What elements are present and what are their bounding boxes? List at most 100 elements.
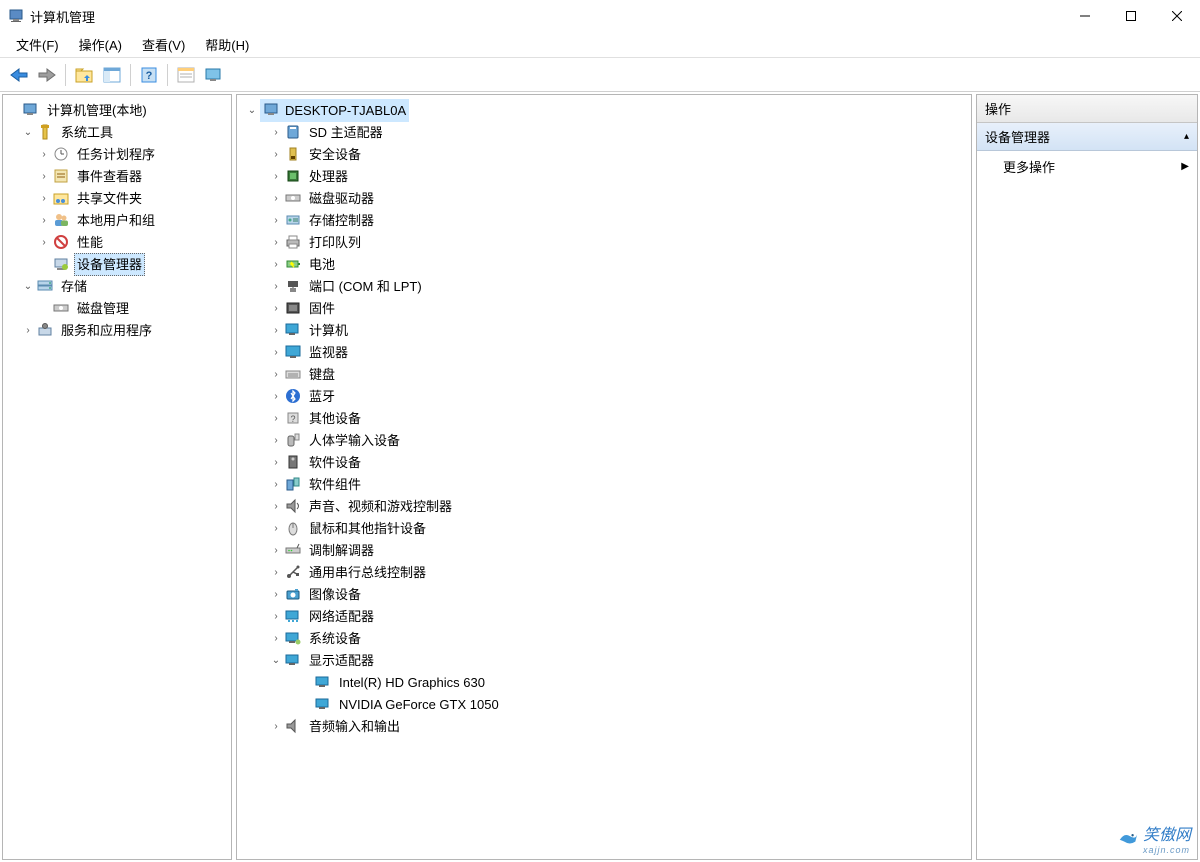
menu-view[interactable]: 查看(V)	[132, 32, 195, 57]
expand-icon[interactable]: ›	[269, 213, 283, 227]
device-category[interactable]: ›网络适配器	[239, 605, 969, 627]
expand-icon[interactable]: ›	[269, 433, 283, 447]
show-hide-tree-button[interactable]	[99, 62, 125, 88]
device-category[interactable]: ›通用串行总线控制器	[239, 561, 969, 583]
devices-view-button[interactable]	[201, 62, 227, 88]
expand-icon[interactable]: ›	[269, 257, 283, 271]
tree-system-tools[interactable]: ⌄ 系统工具	[5, 121, 229, 143]
expand-icon[interactable]: ›	[269, 631, 283, 645]
device-category[interactable]: ›人体学输入设备	[239, 429, 969, 451]
device-category[interactable]: ›SD 主适配器	[239, 121, 969, 143]
expand-icon[interactable]: ›	[21, 323, 35, 337]
expand-icon[interactable]: ›	[37, 169, 51, 183]
expand-icon[interactable]: ›	[269, 565, 283, 579]
collapse-icon[interactable]: ⌄	[21, 125, 35, 139]
collapse-icon[interactable]: ⌄	[269, 653, 283, 667]
expand-icon[interactable]	[7, 103, 21, 117]
expand-icon[interactable]: ›	[269, 301, 283, 315]
expand-icon[interactable]: ›	[269, 543, 283, 557]
actions-section-device-manager[interactable]: 设备管理器 ▴	[977, 123, 1197, 151]
expand-icon[interactable]: ›	[269, 719, 283, 733]
device-category[interactable]: ›监视器	[239, 341, 969, 363]
tree-event-viewer[interactable]: › 事件查看器	[5, 165, 229, 187]
close-button[interactable]	[1154, 0, 1200, 32]
expand-icon[interactable]: ›	[269, 609, 283, 623]
device-category[interactable]: ›软件组件	[239, 473, 969, 495]
expand-icon[interactable]	[37, 301, 51, 315]
expand-icon[interactable]: ›	[37, 147, 51, 161]
collapse-icon[interactable]: ⌄	[245, 103, 259, 117]
device-category[interactable]: ›软件设备	[239, 451, 969, 473]
actions-more-actions[interactable]: 更多操作 ▶	[977, 151, 1197, 182]
device-category[interactable]: ›固件	[239, 297, 969, 319]
device-category[interactable]: ›?其他设备	[239, 407, 969, 429]
expand-icon[interactable]: ›	[37, 213, 51, 227]
device-category[interactable]: ›计算机	[239, 319, 969, 341]
device-category[interactable]: ›鼠标和其他指针设备	[239, 517, 969, 539]
device-category[interactable]: ›电池	[239, 253, 969, 275]
device-category[interactable]: ›存储控制器	[239, 209, 969, 231]
device-item[interactable]: NVIDIA GeForce GTX 1050	[239, 693, 969, 715]
device-category[interactable]: ›处理器	[239, 165, 969, 187]
tree-storage[interactable]: ⌄ 存储	[5, 275, 229, 297]
expand-icon[interactable]: ›	[37, 191, 51, 205]
device-category[interactable]: ›磁盘驱动器	[239, 187, 969, 209]
device-tree[interactable]: ⌄ DESKTOP-TJABL0A ›SD 主适配器 › 安全设备›处理器›磁盘驱动…	[237, 95, 971, 741]
device-item[interactable]: Intel(R) HD Graphics 630	[239, 671, 969, 693]
tree-disk-management[interactable]: 磁盘管理	[5, 297, 229, 319]
expand-icon[interactable]: ›	[269, 235, 283, 249]
expand-icon[interactable]: ›	[269, 147, 283, 161]
up-level-button[interactable]	[71, 62, 97, 88]
device-tree-pane[interactable]: ⌄ DESKTOP-TJABL0A ›SD 主适配器 › 安全设备›处理器›磁盘驱动…	[236, 94, 972, 860]
collapse-icon[interactable]: ⌄	[21, 279, 35, 293]
minimize-button[interactable]	[1062, 0, 1108, 32]
forward-button[interactable]	[34, 62, 60, 88]
expand-icon[interactable]: ›	[269, 477, 283, 491]
tree-root-computer-management[interactable]: 计算机管理(本地)	[5, 99, 229, 121]
tree-services-apps[interactable]: › 服务和应用程序	[5, 319, 229, 341]
device-category[interactable]: ›蓝牙	[239, 385, 969, 407]
device-category-display[interactable]: ⌄ 显示适配器	[239, 649, 969, 671]
expand-icon[interactable]: ›	[269, 169, 283, 183]
tree-task-scheduler[interactable]: › 任务计划程序	[5, 143, 229, 165]
device-category[interactable]: ›图像设备	[239, 583, 969, 605]
expand-icon[interactable]: ›	[269, 279, 283, 293]
expand-icon[interactable]: ›	[269, 499, 283, 513]
menu-help[interactable]: 帮助(H)	[195, 32, 259, 57]
expand-icon[interactable]: ›	[37, 235, 51, 249]
device-category[interactable]: ›端口 (COM 和 LPT)	[239, 275, 969, 297]
expand-icon[interactable]: ›	[269, 411, 283, 425]
expand-icon[interactable]: ›	[269, 455, 283, 469]
device-tree-root[interactable]: ⌄ DESKTOP-TJABL0A	[239, 99, 969, 121]
expand-icon[interactable]: ›	[269, 367, 283, 381]
expand-icon[interactable]: ›	[269, 389, 283, 403]
menu-action[interactable]: 操作(A)	[69, 32, 132, 57]
back-button[interactable]	[6, 62, 32, 88]
device-category[interactable]: ›键盘	[239, 363, 969, 385]
tree-shared-folders[interactable]: › 共享文件夹	[5, 187, 229, 209]
properties-button[interactable]	[173, 62, 199, 88]
device-category[interactable]: ›系统设备	[239, 627, 969, 649]
tree-local-users[interactable]: › 本地用户和组	[5, 209, 229, 231]
device-category-label: 安全设备	[306, 143, 364, 166]
device-category[interactable]: ›调制解调器	[239, 539, 969, 561]
collapse-arrow-icon[interactable]: ▴	[1184, 131, 1189, 142]
tree-performance[interactable]: › 性能	[5, 231, 229, 253]
console-tree[interactable]: 计算机管理(本地) ⌄ 系统工具 › 任务计划程序 ›	[3, 95, 231, 345]
tree-device-manager[interactable]: 设备管理器	[5, 253, 229, 275]
device-category[interactable]: ›打印队列	[239, 231, 969, 253]
expand-icon[interactable]	[37, 257, 51, 271]
expand-icon[interactable]: ›	[269, 191, 283, 205]
expand-icon[interactable]: ›	[269, 345, 283, 359]
device-category-audio-io[interactable]: › 音频输入和输出	[239, 715, 969, 737]
expand-icon[interactable]: ›	[269, 323, 283, 337]
maximize-button[interactable]	[1108, 0, 1154, 32]
device-category[interactable]: › 安全设备	[239, 143, 969, 165]
help-button[interactable]: ?	[136, 62, 162, 88]
expand-icon[interactable]: ›	[269, 587, 283, 601]
expand-icon[interactable]: ›	[269, 125, 283, 139]
device-category[interactable]: ›声音、视频和游戏控制器	[239, 495, 969, 517]
expand-icon[interactable]: ›	[269, 521, 283, 535]
console-tree-pane[interactable]: 计算机管理(本地) ⌄ 系统工具 › 任务计划程序 ›	[2, 94, 232, 860]
menu-file[interactable]: 文件(F)	[6, 32, 69, 57]
